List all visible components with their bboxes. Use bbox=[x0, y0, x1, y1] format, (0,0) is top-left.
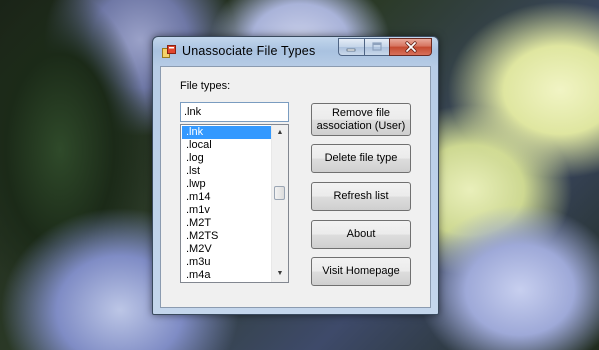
minimize-button[interactable] bbox=[338, 38, 364, 56]
title-bar[interactable]: Unassociate File Types bbox=[153, 37, 438, 65]
list-item[interactable]: .M2T bbox=[182, 217, 271, 230]
list-item[interactable]: .m14 bbox=[182, 191, 271, 204]
minimize-icon bbox=[346, 48, 356, 52]
window-title: Unassociate File Types bbox=[182, 44, 316, 58]
visit-homepage-button[interactable]: Visit Homepage bbox=[311, 257, 411, 286]
scroll-thumb[interactable] bbox=[274, 186, 285, 200]
refresh-list-button[interactable]: Refresh list bbox=[311, 182, 411, 211]
file-types-listbox[interactable]: .lnk .local .log .lst .lwp .m14 .m1v .M2T .M2TS.… bbox=[180, 124, 289, 283]
list-item[interactable]: .local bbox=[182, 139, 271, 152]
maximize-button[interactable] bbox=[364, 38, 389, 56]
list-scrollbar[interactable]: ▲ ▼ bbox=[271, 125, 288, 282]
maximize-icon bbox=[372, 42, 382, 51]
close-icon bbox=[405, 41, 417, 53]
delete-file-type-button[interactable]: Delete file type bbox=[311, 144, 411, 173]
list-item[interactable]: .m1v bbox=[182, 204, 271, 217]
about-button[interactable]: About bbox=[311, 220, 411, 249]
file-types-list: .lnk .local .log .lst .lwp .m14 .m1v .M2T .M2TS.… bbox=[182, 126, 271, 282]
caption-buttons bbox=[338, 38, 432, 56]
list-item[interactable]: .M2V bbox=[182, 243, 271, 256]
list-item[interactable]: .lst bbox=[182, 165, 271, 178]
close-button[interactable] bbox=[389, 38, 432, 56]
scroll-down-icon[interactable]: ▼ bbox=[272, 266, 288, 282]
list-item[interactable]: .log bbox=[182, 152, 271, 165]
scroll-up-icon[interactable]: ▲ bbox=[272, 125, 288, 141]
list-item[interactable]: .m4a bbox=[182, 269, 271, 282]
app-icon bbox=[162, 45, 176, 58]
file-type-filter-input[interactable] bbox=[180, 102, 289, 122]
desktop-background: www.catatanteknisi.com Unassociate File … bbox=[0, 0, 599, 350]
list-item[interactable]: .lnk bbox=[182, 126, 271, 139]
list-item[interactable]: .lwp bbox=[182, 178, 271, 191]
list-item[interactable]: .m3u bbox=[182, 256, 271, 269]
remove-file-association-button[interactable]: Remove file association (User) bbox=[311, 103, 411, 136]
file-types-label: File types: bbox=[180, 80, 231, 92]
list-item[interactable]: .M2TS bbox=[182, 230, 271, 243]
